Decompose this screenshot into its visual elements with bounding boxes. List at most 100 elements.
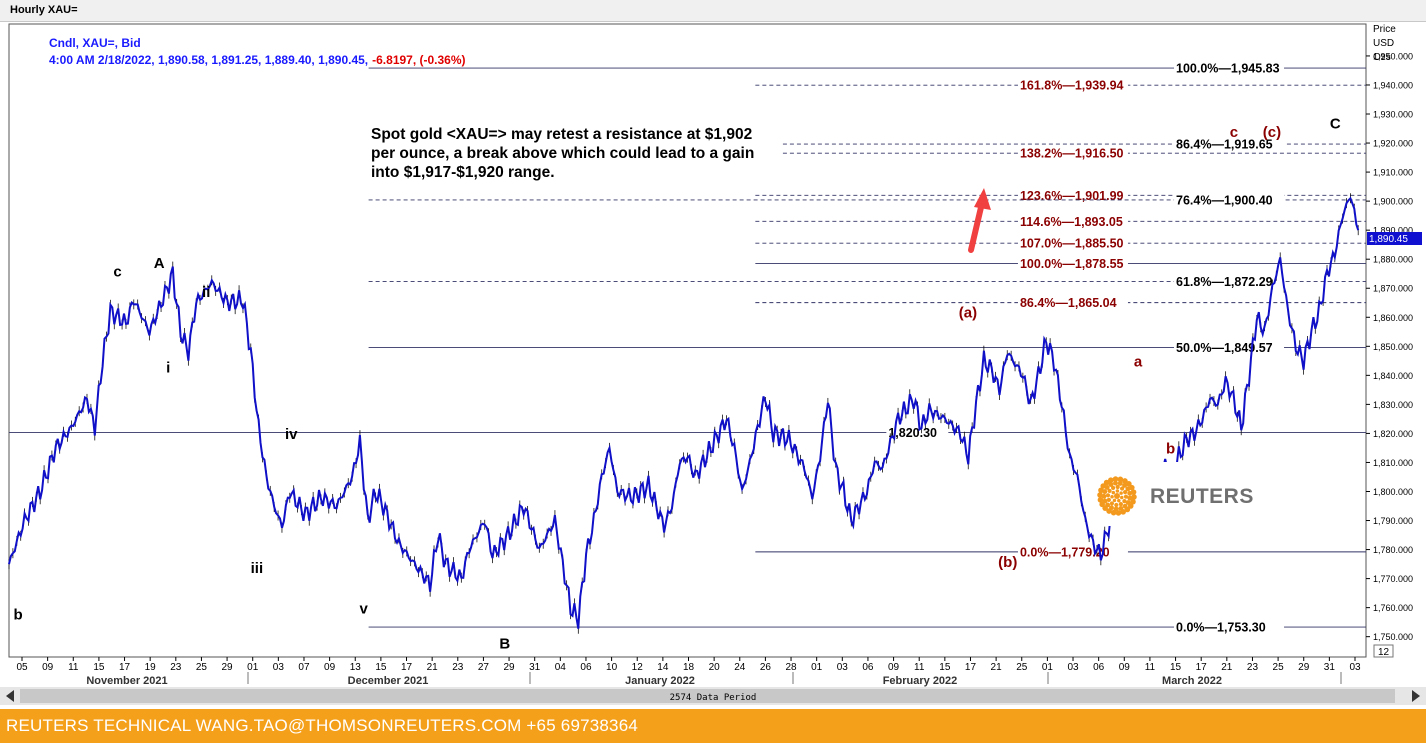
- x-tick-label: 27: [478, 662, 490, 673]
- wave-label: (c): [1263, 124, 1281, 141]
- level-label: 161.8%—1,939.94: [1020, 79, 1124, 93]
- wave-label: C: [1330, 116, 1341, 133]
- logo-dot: [1097, 497, 1104, 503]
- x-tick-label: 19: [145, 662, 157, 673]
- logo-dot: [1119, 491, 1123, 495]
- logo-dot: [1117, 498, 1121, 503]
- logo-dot: [1105, 493, 1111, 498]
- x-tick-label: 21: [1221, 662, 1233, 673]
- x-month-label: December 2021: [348, 675, 429, 687]
- x-tick-label: 05: [16, 662, 28, 673]
- wave-label: (a): [959, 304, 977, 321]
- wave-label: a: [1134, 354, 1143, 371]
- x-month-label: January 2022: [625, 675, 695, 687]
- x-tick-label: 21: [991, 662, 1003, 673]
- x-tick-label: 03: [837, 662, 849, 673]
- x-tick-label: 11: [68, 662, 79, 673]
- x-tick-label: 09: [42, 662, 54, 673]
- x-tick-label: 03: [1349, 662, 1361, 673]
- logo-dot: [1115, 510, 1122, 516]
- y-tick-label: 1,880.000: [1373, 255, 1413, 265]
- logo-dot: [1115, 489, 1120, 493]
- x-tick-label: 11: [914, 662, 925, 673]
- annotation-line-1: Spot gold <XAU=> may retest a resistance…: [371, 126, 752, 143]
- y-tick-label: 1,910.000: [1373, 168, 1413, 178]
- x-tick-label: 09: [888, 662, 900, 673]
- window-title-bar: Hourly XAU=: [0, 0, 1426, 22]
- wave-label: iv: [285, 426, 298, 443]
- level-label: 107.0%—1,885.50: [1020, 237, 1124, 251]
- logo-dot: [1114, 502, 1119, 508]
- logo-dot: [1106, 497, 1111, 502]
- logo-dot: [1120, 495, 1124, 500]
- x-tick-label: 03: [1067, 662, 1079, 673]
- chart-header-line2: 4:00 AM 2/18/2022, 1,890.58, 1,891.25, 1…: [49, 53, 466, 67]
- y-tick-label: 1,780.000: [1373, 545, 1413, 555]
- wave-label: v: [359, 600, 368, 617]
- wave-label: b: [1166, 441, 1175, 458]
- x-tick-label: 01: [811, 662, 823, 673]
- x-tick-label: 15: [939, 662, 951, 673]
- level-label: 100.0%—1,945.83: [1176, 62, 1280, 76]
- logo-dot: [1111, 490, 1116, 495]
- footer-bar: REUTERS TECHNICAL WANG.TAO@THOMSONREUTER…: [0, 709, 1426, 743]
- y-tick-label: 1,940.000: [1373, 80, 1413, 90]
- x-tick-label: 09: [1119, 662, 1131, 673]
- wave-label: A: [154, 255, 165, 272]
- x-tick-label: 23: [170, 662, 182, 673]
- x-tick-label: 25: [1016, 662, 1028, 673]
- price-axis[interactable]: 1,750.000 1,760.000 1,770.000 1,780.000 1,79…: [1366, 51, 1413, 642]
- logo-dot: [1114, 493, 1120, 499]
- x-tick-label: 24: [734, 662, 746, 673]
- wave-label: b: [13, 606, 22, 623]
- x-tick-label: 29: [1298, 662, 1310, 673]
- x-tick-label: 25: [196, 662, 208, 673]
- x-tick-label: 21: [427, 662, 439, 673]
- x-tick-label: 04: [555, 662, 567, 673]
- y-tick-label: 1,770.000: [1373, 574, 1413, 584]
- x-tick-label: 18: [683, 662, 695, 673]
- y-tick-label: 1,750.000: [1373, 632, 1413, 642]
- data-period-label: 2574 Data Period: [670, 693, 757, 703]
- level-label: 138.2%—1,916.50: [1020, 147, 1124, 161]
- x-tick-label: 29: [503, 662, 515, 673]
- window-title: Hourly XAU=: [10, 4, 78, 16]
- wave-label: B: [499, 635, 510, 652]
- level-label: 61.8%—1,872.29: [1176, 275, 1273, 289]
- wave-label: iii: [251, 560, 264, 577]
- x-tick-label: 17: [119, 662, 131, 673]
- axis-title-price: Price: [1373, 24, 1396, 35]
- annotation-line-3: into $1,917-$1,920 range.: [371, 164, 555, 181]
- wave-label: ii: [202, 284, 210, 301]
- y-tick-label: 1,920.000: [1373, 139, 1413, 149]
- x-tick-label: 01: [1042, 662, 1054, 673]
- y-tick-label: 1,930.000: [1373, 110, 1413, 120]
- x-tick-label: 28: [785, 662, 797, 673]
- y-tick-label: 1,860.000: [1373, 313, 1413, 323]
- logo-dot: [1131, 494, 1137, 500]
- x-tick-label: 23: [452, 662, 464, 673]
- x-tick-label: 15: [1170, 662, 1182, 673]
- y-tick-label: 1,900.000: [1373, 197, 1413, 207]
- x-tick-label: 17: [401, 662, 413, 673]
- scrollbar[interactable]: 2574 Data Period: [0, 687, 1426, 705]
- x-tick-label: 03: [273, 662, 285, 673]
- logo-dot: [1097, 492, 1103, 498]
- x-tick-label: 06: [580, 662, 592, 673]
- chart-area[interactable]: 100.0%—1,945.83 161.8%—1,939.94 86.4%—1,91…: [0, 22, 1426, 709]
- x-tick-label: 15: [93, 662, 105, 673]
- x-month-label: February 2022: [883, 675, 958, 687]
- x-tick-label: 06: [1093, 662, 1105, 673]
- y-tick-label: 1,870.000: [1373, 284, 1413, 294]
- level-label: 50.0%—1,849.57: [1176, 341, 1273, 355]
- logo-dot: [1118, 502, 1123, 507]
- y-tick-label: 1,810.000: [1373, 458, 1413, 468]
- footer-text: REUTERS TECHNICAL WANG.TAO@THOMSONREUTER…: [6, 716, 639, 735]
- current-price-value: 1,890.45: [1369, 234, 1408, 245]
- x-month-label: March 2022: [1162, 675, 1222, 687]
- y-tick-label: 1,800.000: [1373, 487, 1413, 497]
- x-tick-label: 09: [324, 662, 336, 673]
- x-tick-label: 07: [298, 662, 310, 673]
- level-label: 100.0%—1,878.55: [1020, 257, 1124, 271]
- x-tick-label: 29: [222, 662, 234, 673]
